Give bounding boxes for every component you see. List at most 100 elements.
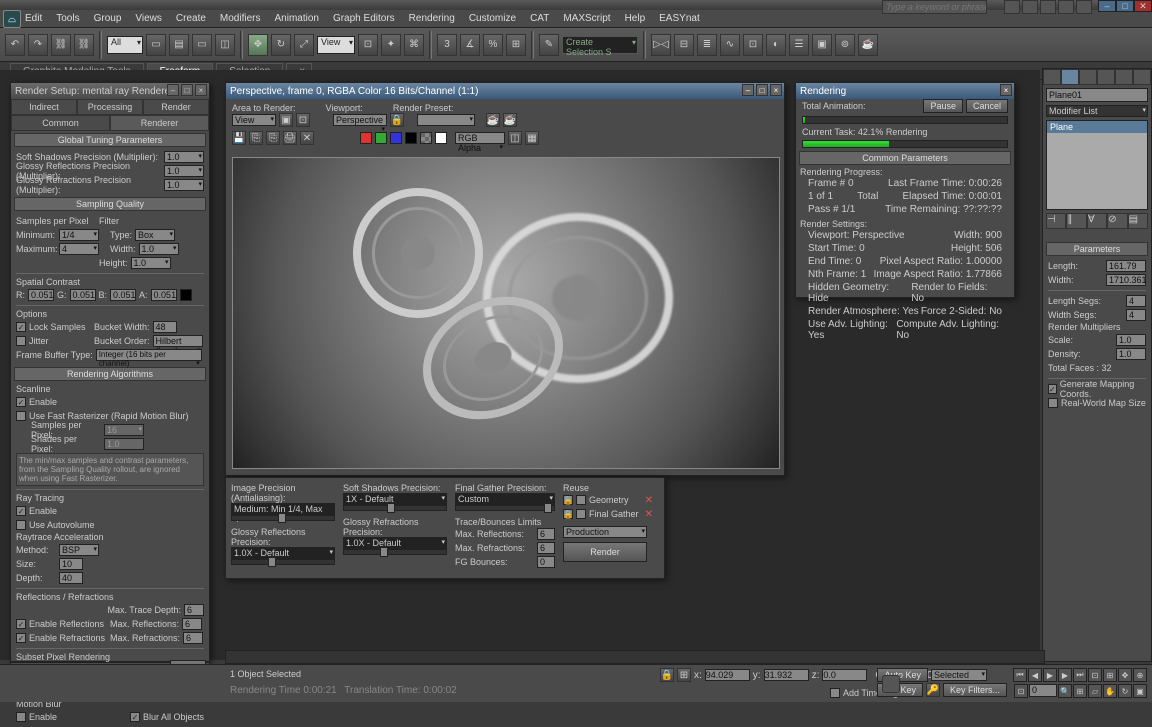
clear-button[interactable]: ✕: [300, 131, 314, 145]
shades-px-spinner[interactable]: 1.0: [104, 438, 144, 450]
vp-max-button[interactable]: ▣: [1133, 684, 1147, 698]
angle-snap-button[interactable]: ∡: [460, 34, 480, 56]
manipulate-button[interactable]: ✦: [381, 34, 401, 56]
sampling-quality-header[interactable]: Sampling Quality: [14, 197, 206, 211]
parameters-header[interactable]: Parameters: [1046, 242, 1148, 256]
channel-dropdown[interactable]: RGB Alpha: [455, 132, 505, 144]
tab-renderer[interactable]: Renderer: [110, 115, 209, 131]
undo-button[interactable]: ↶: [5, 34, 25, 56]
grr-slider[interactable]: [343, 549, 447, 555]
play-button[interactable]: ▶: [1043, 668, 1057, 682]
link-button[interactable]: ⛓: [51, 34, 71, 56]
percent-snap-button[interactable]: %: [483, 34, 503, 56]
menu-animation[interactable]: Animation: [274, 13, 318, 24]
lock-viewport-button[interactable]: 🔒: [390, 113, 404, 127]
display-tab-icon[interactable]: [1115, 69, 1133, 85]
menu-easynat[interactable]: EASYnat: [659, 13, 700, 24]
create-tab-icon[interactable]: [1043, 69, 1061, 85]
width-spinner[interactable]: 1.0: [139, 243, 179, 255]
render-preset-dropdown[interactable]: [417, 114, 475, 126]
goto-end-button[interactable]: ⏭: [1073, 668, 1087, 682]
fast-rasterizer-checkbox[interactable]: [16, 411, 26, 421]
vp-orbit-button[interactable]: ↻: [1118, 684, 1132, 698]
reuse-geom-checkbox[interactable]: [576, 495, 586, 505]
goto-start-button[interactable]: ⏮: [1013, 668, 1027, 682]
schematic-button[interactable]: ⊡: [743, 34, 763, 56]
menu-edit[interactable]: Edit: [25, 13, 42, 24]
channel-r-button[interactable]: [360, 132, 372, 144]
mr-spinner[interactable]: 6: [537, 528, 555, 540]
window-close[interactable]: ✕: [1134, 0, 1152, 12]
remove-mod-button[interactable]: ⊘: [1107, 213, 1127, 229]
rotate-button[interactable]: ↻: [271, 34, 291, 56]
menu-views[interactable]: Views: [135, 13, 162, 24]
viewport-dropdown[interactable]: Perspective: [333, 114, 387, 126]
lock-selection-button[interactable]: 🔒: [660, 668, 674, 682]
bg-swatch[interactable]: [435, 132, 447, 144]
selection-filter-dropdown[interactable]: All: [107, 36, 143, 54]
glossy-refr-spinner[interactable]: 1.0: [164, 179, 204, 191]
help-icon[interactable]: [1004, 0, 1020, 14]
comm-center-icon[interactable]: [1022, 0, 1038, 14]
en-refr-checkbox[interactable]: ✓: [16, 633, 26, 643]
lseg-spinner[interactable]: 4: [1126, 295, 1146, 307]
panel-minimize[interactable]: –: [167, 84, 179, 96]
keyboard-shortcut-button[interactable]: ⌘: [404, 34, 424, 56]
tab-render-elements[interactable]: Render Elements: [143, 99, 209, 115]
toggle-overlay-button[interactable]: ▦: [525, 131, 539, 145]
jitter-checkbox[interactable]: [16, 336, 26, 346]
modifier-stack-list[interactable]: Plane: [1046, 120, 1148, 210]
material-editor-button[interactable]: ◐: [766, 34, 786, 56]
spinner-snap-button[interactable]: ⊞: [506, 34, 526, 56]
clone-button[interactable]: ⎘: [266, 131, 280, 145]
configure-button[interactable]: ▤: [1128, 213, 1148, 229]
type-dropdown[interactable]: Box: [135, 229, 175, 241]
search-input[interactable]: [882, 0, 987, 14]
utilities-tab-icon[interactable]: [1133, 69, 1151, 85]
z-input[interactable]: [822, 669, 867, 681]
vp-fov-button[interactable]: ▱: [1088, 684, 1102, 698]
pin-stack-button[interactable]: ⊣: [1046, 213, 1066, 229]
window-maximize[interactable]: □: [1116, 0, 1134, 12]
max-trace-spinner[interactable]: 6: [184, 604, 204, 616]
rendering-algorithms-header[interactable]: Rendering Algorithms: [14, 367, 206, 381]
panel-close[interactable]: ×: [195, 84, 207, 96]
render-setup-button[interactable]: ☰: [789, 34, 809, 56]
ss-slider[interactable]: [343, 505, 447, 511]
reuse-fg-lock[interactable]: 🔒: [563, 509, 573, 519]
key-filter-sel[interactable]: Selected: [931, 669, 987, 681]
toggle-ui-button[interactable]: ◫: [508, 131, 522, 145]
unlink-button[interactable]: ⛓: [74, 34, 94, 56]
edit-region-button[interactable]: ▣: [279, 113, 293, 127]
menu-modifiers[interactable]: Modifiers: [220, 13, 261, 24]
en-refl-checkbox[interactable]: ✓: [16, 619, 26, 629]
menu-group[interactable]: Group: [94, 13, 122, 24]
gmc-checkbox[interactable]: ✓: [1048, 384, 1057, 394]
bucket-order-dropdown[interactable]: Hilbert (best): [153, 335, 203, 347]
align-button[interactable]: ⊟: [674, 34, 694, 56]
render-frame-button[interactable]: ▣: [812, 34, 832, 56]
curve-editor-button[interactable]: ∿: [720, 34, 740, 56]
current-frame-spinner[interactable]: 0: [1029, 684, 1057, 697]
menu-tools[interactable]: Tools: [56, 13, 79, 24]
move-button[interactable]: ✥: [248, 34, 268, 56]
keyfilters-button[interactable]: Key Filters...: [943, 683, 1007, 697]
cancel-button[interactable]: Cancel: [966, 99, 1008, 113]
signin-icon[interactable]: [1040, 0, 1056, 14]
grp-slider[interactable]: [231, 559, 335, 565]
channel-g-button[interactable]: [375, 132, 387, 144]
mirror-button[interactable]: ▷◁: [651, 34, 671, 56]
menu-create[interactable]: Create: [176, 13, 206, 24]
depth-spinner[interactable]: 40: [59, 572, 83, 584]
menu-customize[interactable]: Customize: [469, 13, 516, 24]
menu-maxscript[interactable]: MAXScript: [563, 13, 610, 24]
time-slider[interactable]: [225, 650, 1045, 664]
menu-graph-editors[interactable]: Graph Editors: [333, 13, 395, 24]
rw-minimize[interactable]: –: [742, 84, 754, 96]
reuse-fg-checkbox[interactable]: [576, 509, 586, 519]
size-spinner[interactable]: 10: [59, 558, 83, 570]
scale-button[interactable]: ⤢: [294, 34, 314, 56]
copy-button[interactable]: ⎘: [249, 131, 263, 145]
maxscript-listener[interactable]: Rendering Time 0:00:21 Translation Time:…: [230, 685, 457, 696]
vp-zoom-all-button[interactable]: ⊞: [1073, 684, 1087, 698]
